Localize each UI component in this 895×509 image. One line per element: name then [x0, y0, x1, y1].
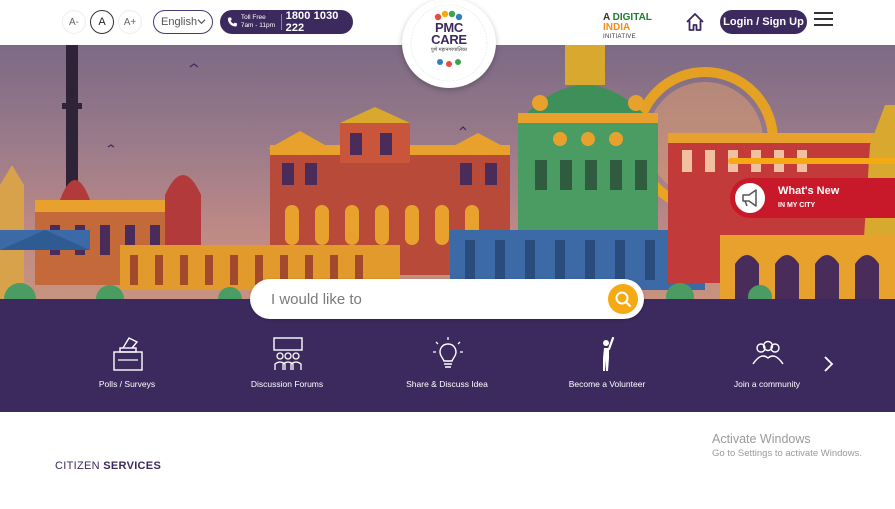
whats-new-subtitle: IN MY CITY — [778, 202, 816, 209]
chevron-right-icon[interactable] — [821, 355, 835, 373]
forum-people-icon — [273, 337, 303, 370]
search-icon — [615, 291, 632, 308]
tollfree-hours: 7am - 11pm — [240, 22, 276, 29]
whats-new-title: What's New — [778, 185, 840, 197]
lightbulb-icon — [433, 337, 463, 368]
font-size-decrease-button[interactable]: A- — [62, 10, 86, 34]
digital-india-logo[interactable]: A DIGITAL INDIA INITIATIVE — [603, 13, 678, 41]
logo-tagline: पुणे महानगरपालिका — [430, 47, 468, 53]
quick-link-label: Discussion Forums — [250, 379, 324, 389]
font-size-increase-button[interactable]: A+ — [118, 10, 142, 34]
quick-link-label: Become a Volunteer — [568, 379, 646, 389]
search-button[interactable] — [608, 284, 638, 314]
language-select[interactable]: English — [153, 10, 213, 34]
quick-link-label: Polls / Surveys — [98, 379, 156, 389]
windows-activation-watermark: Activate Windows Go to Settings to activ… — [712, 432, 862, 459]
login-signup-button[interactable]: Login / Sign Up — [720, 10, 807, 34]
whats-new-button[interactable]: What's New IN MY CITY — [730, 178, 895, 218]
community-group-icon — [752, 340, 784, 365]
watermark-line1: Activate Windows — [712, 432, 811, 446]
tollfree-helpline[interactable]: Toll Free 7am - 11pm 1800 1030 222 — [220, 10, 353, 34]
pmc-care-logo[interactable]: PMC CARE पुणे महानगरपालिका — [402, 0, 496, 88]
home-icon[interactable] — [684, 11, 706, 33]
ballot-box-icon — [113, 337, 143, 371]
section-heading-citizen-services: CITIZEN SERVICES — [55, 460, 161, 472]
phone-icon — [227, 17, 237, 27]
megaphone-icon — [733, 181, 767, 215]
section-heading-prefix: CITIZEN — [55, 460, 100, 472]
quick-link-polls-surveys[interactable]: Polls / Surveys — [67, 336, 187, 396]
chevron-down-icon — [197, 19, 206, 25]
whats-new-accent-strip — [728, 158, 895, 164]
quick-link-join-community[interactable]: Join a community — [707, 336, 827, 396]
quick-link-discussion-forums[interactable]: Discussion Forums — [227, 336, 347, 396]
quick-link-share-idea[interactable]: Share & Discuss Idea — [387, 336, 507, 396]
hamburger-menu-icon[interactable] — [814, 12, 833, 28]
font-size-reset-button[interactable]: A — [90, 10, 114, 34]
digital-india-india: INDIA — [603, 22, 631, 33]
volunteer-hand-raised-icon — [603, 336, 615, 371]
quick-link-label: Share & Discuss Idea — [406, 379, 488, 389]
quick-link-label: Join a community — [733, 379, 801, 389]
logo-title-line2: CARE — [431, 32, 467, 47]
language-select-value: English — [161, 16, 198, 28]
search-input[interactable] — [271, 289, 591, 309]
digital-india-sub: INITIATIVE — [603, 34, 636, 40]
tollfree-label: Toll Free — [240, 14, 266, 21]
divider — [280, 14, 282, 30]
section-heading-bold: SERVICES — [103, 460, 162, 472]
tollfree-number: 1800 1030 222 — [285, 10, 339, 34]
watermark-line2: Go to Settings to activate Windows. — [712, 448, 862, 459]
quick-link-become-volunteer[interactable]: Become a Volunteer — [547, 336, 667, 396]
search-bar — [250, 279, 644, 319]
